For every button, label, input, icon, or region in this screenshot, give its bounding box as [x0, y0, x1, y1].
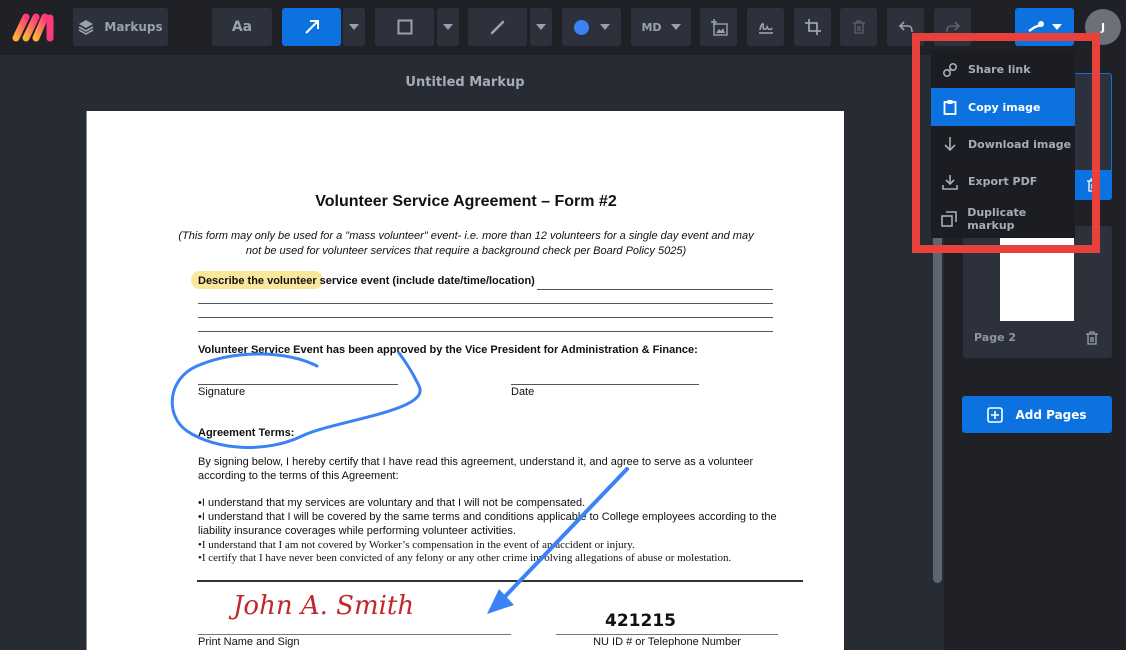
size-value: MD — [641, 20, 662, 34]
color-swatch-icon — [573, 19, 589, 35]
redo-button[interactable] — [934, 8, 971, 46]
markups-button[interactable]: Markups — [73, 8, 168, 46]
document-title[interactable]: Untitled Markup — [0, 75, 930, 90]
page-2-label: Page 2 — [974, 331, 1017, 344]
menu-item-label: Export PDF — [968, 175, 1038, 189]
trash-icon — [1087, 178, 1099, 192]
annotation-layer — [170, 351, 629, 614]
trash-icon — [852, 20, 865, 34]
download-icon — [943, 137, 956, 152]
share-menu: Share link Copy image Download image Exp… — [931, 51, 1075, 238]
pen-icon — [490, 20, 504, 35]
trash-icon[interactable] — [1084, 330, 1100, 346]
page-1-delete-button[interactable] — [1075, 170, 1112, 200]
pen-tool-dropdown[interactable] — [530, 8, 552, 46]
pen-tool-button[interactable] — [468, 8, 527, 46]
menu-item-download-image[interactable]: Download image — [931, 126, 1075, 163]
menu-item-export-pdf[interactable]: Export PDF — [931, 163, 1075, 200]
color-picker[interactable] — [562, 8, 621, 46]
size-select[interactable]: MD — [631, 8, 691, 46]
chevron-down-icon — [536, 24, 546, 30]
page-thumbnail-2[interactable]: Page 2 — [963, 226, 1112, 358]
menu-item-share-link[interactable]: Share link — [931, 51, 1075, 88]
share-icon — [1028, 21, 1044, 32]
duplicate-icon — [941, 211, 957, 228]
add-pages-button[interactable]: Add Pages — [962, 396, 1112, 433]
chevron-down-icon — [1052, 24, 1063, 30]
chevron-down-icon — [599, 24, 610, 30]
markups-label: Markups — [104, 20, 163, 34]
layers-icon — [78, 20, 94, 35]
redo-icon — [945, 21, 960, 33]
export-icon — [941, 174, 958, 190]
chevron-down-icon — [349, 24, 359, 30]
document-page[interactable]: Volunteer Service Agreement – Form #2 (T… — [86, 111, 844, 650]
menu-item-label: Duplicate markup — [967, 206, 1027, 233]
chevron-down-icon — [670, 24, 681, 30]
top-toolbar: Markups Aa MD J — [0, 0, 1126, 55]
arrow-icon — [304, 20, 319, 34]
undo-icon — [898, 21, 913, 33]
undo-button[interactable] — [887, 8, 924, 46]
menu-item-duplicate-markup[interactable]: Duplicate markup — [931, 201, 1075, 238]
square-icon — [397, 19, 412, 35]
menu-item-label: Share link — [968, 63, 1031, 77]
menu-item-copy-image[interactable]: Copy image — [931, 88, 1075, 126]
crop-button[interactable] — [794, 8, 831, 46]
link-icon — [942, 62, 957, 77]
clipboard-icon — [943, 100, 956, 115]
plus-square-icon — [987, 406, 1004, 423]
app-logo[interactable] — [12, 12, 58, 42]
add-image-icon — [710, 19, 728, 36]
menu-item-label: Download image — [968, 137, 1072, 151]
signature-icon — [758, 22, 773, 34]
crop-icon — [804, 19, 821, 35]
arrow-tool-button[interactable] — [282, 8, 341, 46]
rectangle-tool-dropdown[interactable] — [437, 8, 459, 46]
add-pages-label: Add Pages — [1015, 407, 1087, 422]
rectangle-tool-button[interactable] — [375, 8, 434, 46]
add-image-button[interactable] — [700, 8, 737, 46]
arrow-annotation — [493, 467, 629, 609]
page-2-preview — [1000, 226, 1074, 321]
signature-button[interactable] — [747, 8, 784, 46]
delete-button[interactable] — [840, 8, 877, 46]
circle-annotation — [170, 351, 422, 449]
text-tool-button[interactable]: Aa — [212, 8, 272, 46]
user-avatar[interactable]: J — [1085, 9, 1121, 45]
share-button[interactable] — [1015, 8, 1074, 46]
arrow-tool-dropdown[interactable] — [343, 8, 365, 46]
menu-item-label: Copy image — [968, 100, 1041, 114]
canvas-scrollbar[interactable] — [933, 200, 942, 583]
chevron-down-icon — [443, 24, 453, 30]
